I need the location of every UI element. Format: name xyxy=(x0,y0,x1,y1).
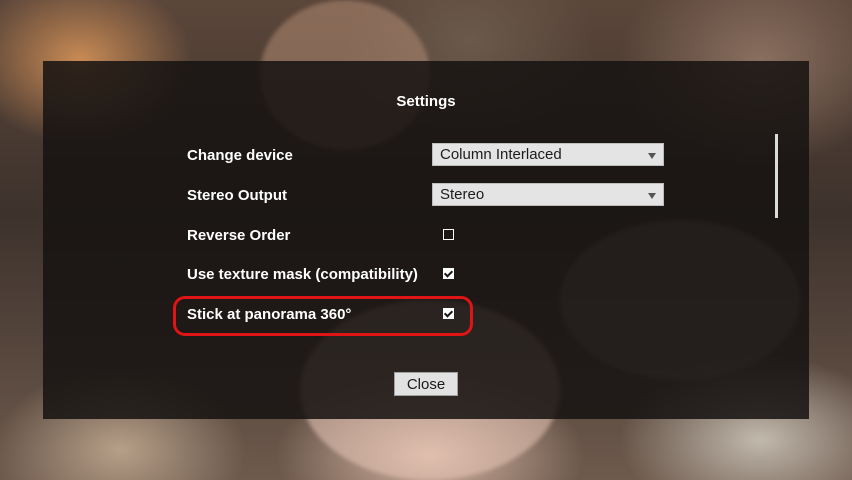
dialog-title: Settings xyxy=(396,93,456,110)
highlight-annotation xyxy=(173,296,473,336)
change-device-label: Change device xyxy=(187,147,293,164)
scrollbar[interactable] xyxy=(775,134,778,218)
texture-mask-checkbox[interactable] xyxy=(443,268,454,279)
chevron-down-icon xyxy=(648,153,656,159)
change-device-select[interactable]: Column Interlaced xyxy=(432,143,664,166)
change-device-value: Column Interlaced xyxy=(440,146,562,163)
reverse-order-checkbox[interactable] xyxy=(443,229,454,240)
stereo-output-select[interactable]: Stereo xyxy=(432,183,664,206)
checkmark-icon xyxy=(443,268,454,278)
settings-dialog: Settings Change device Column Interlaced… xyxy=(43,61,809,419)
reverse-order-label: Reverse Order xyxy=(187,227,291,244)
close-button[interactable]: Close xyxy=(394,372,458,396)
chevron-down-icon xyxy=(648,193,656,199)
stereo-output-label: Stereo Output xyxy=(187,187,287,204)
texture-mask-label: Use texture mask (compatibility) xyxy=(187,266,418,283)
stereo-output-value: Stereo xyxy=(440,186,485,203)
